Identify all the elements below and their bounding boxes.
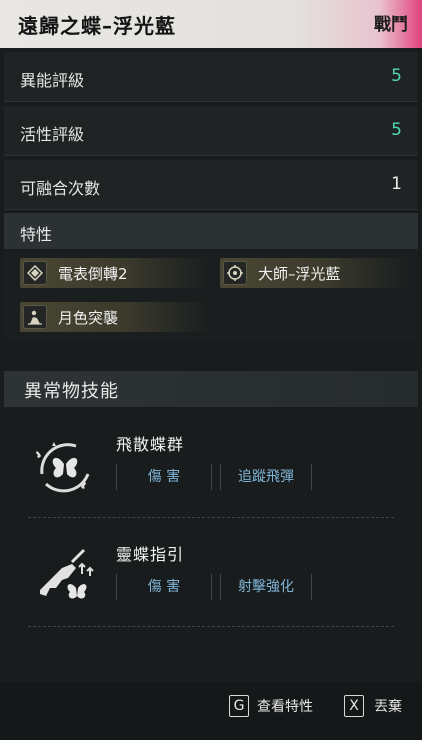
stat-row-activity-rating: 活性評級 5	[4, 106, 418, 156]
traits-heading-label: 特性	[20, 225, 53, 244]
view-traits-button[interactable]: 查看特性	[257, 696, 313, 716]
stat-row-fusion-count: 可融合次數 1	[4, 160, 418, 210]
discard-button[interactable]: 丟棄	[374, 696, 402, 716]
stat-label: 可融合次數	[20, 179, 101, 198]
skills-heading: 異常物技能	[4, 371, 418, 407]
skill-tag-damage: 傷 害	[116, 574, 212, 600]
skill-name: 飛散蝶群	[116, 435, 185, 454]
stat-row-ability-rating: 異能評級 5	[4, 52, 418, 102]
divider	[28, 626, 394, 627]
stat-label: 活性評級	[20, 125, 85, 144]
action-bar: G 查看特性 X 丟棄	[0, 682, 422, 740]
skills-heading-label: 異常物技能	[24, 381, 119, 402]
butterfly-swarm-icon	[32, 434, 96, 498]
skill-item-spirit-butterfly-guide: 靈蝶指引 傷 害 射擊強化	[28, 528, 394, 628]
skill-tag-damage: 傷 害	[116, 464, 212, 490]
skill-tag-homing-missile: 追蹤飛彈	[220, 464, 312, 490]
stat-value: 1	[391, 174, 402, 194]
category-tag: 戰鬥	[374, 15, 408, 35]
trait-label: 電表倒轉2	[58, 265, 128, 283]
key-hint-g[interactable]: G	[229, 695, 249, 717]
target-icon	[223, 261, 247, 285]
trait-chip-master[interactable]: 大師–浮光藍	[220, 258, 410, 288]
figure-icon	[23, 305, 47, 329]
trait-chip-moonlight-raid[interactable]: 月色突襲	[20, 302, 210, 332]
item-header: 遠歸之蝶–浮光藍 戰鬥	[0, 0, 422, 48]
item-detail-panel: 遠歸之蝶–浮光藍 戰鬥 異能評級 5 活性評級 5 可融合次數 1 特性 電表倒…	[0, 0, 422, 740]
skill-name: 靈蝶指引	[116, 545, 185, 564]
item-title: 遠歸之蝶–浮光藍	[18, 14, 176, 38]
stat-value: 5	[391, 120, 402, 140]
traits-list: 電表倒轉2 大師–浮光藍 月色突襲	[4, 249, 418, 341]
trait-label: 月色突襲	[58, 309, 119, 327]
stat-label: 異能評級	[20, 71, 85, 90]
traits-heading: 特性	[4, 213, 418, 249]
skill-tag-shooting-boost: 射擊強化	[220, 574, 312, 600]
trait-chip-meter-rewind[interactable]: 電表倒轉2	[20, 258, 210, 288]
stat-value: 5	[391, 66, 402, 86]
trait-label: 大師–浮光藍	[258, 265, 341, 283]
diamond-icon	[23, 261, 47, 285]
skill-item-butterfly-swarm: 飛散蝶群 傷 害 追蹤飛彈	[28, 418, 394, 518]
key-hint-x[interactable]: X	[344, 695, 364, 717]
butterfly-gun-icon	[32, 544, 96, 608]
divider	[28, 517, 394, 518]
